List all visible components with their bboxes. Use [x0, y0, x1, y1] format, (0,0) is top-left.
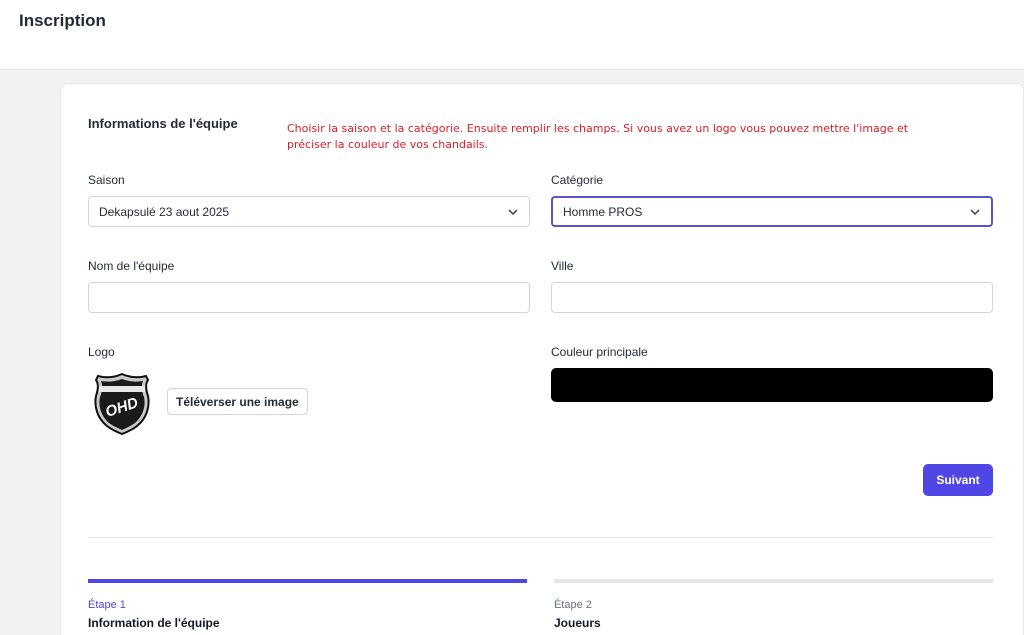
- chevron-down-icon: [508, 208, 518, 215]
- categorie-select-value: Homme PROS: [563, 204, 643, 219]
- upload-image-button[interactable]: Téléverser une image: [167, 388, 308, 415]
- chevron-down-icon: [970, 208, 980, 215]
- section-title: Informations de l'équipe: [88, 116, 238, 131]
- step-1-progress-bar: [88, 579, 527, 583]
- step-2-name: Joueurs: [554, 616, 601, 630]
- categorie-select[interactable]: Homme PROS: [551, 196, 993, 227]
- team-name-input[interactable]: [88, 282, 530, 313]
- ville-label: Ville: [551, 259, 574, 273]
- saison-select-value: Dekapsulé 23 aout 2025: [99, 204, 230, 219]
- couleur-label: Couleur principale: [551, 345, 648, 359]
- city-input[interactable]: [551, 282, 993, 313]
- step-1-label: Étape 1: [88, 599, 126, 611]
- logo-label: Logo: [88, 345, 115, 359]
- form-card: Informations de l'équipe Choisir la sais…: [60, 83, 1024, 635]
- saison-select[interactable]: Dekapsulé 23 aout 2025: [88, 196, 530, 227]
- nom-label: Nom de l'équipe: [88, 259, 175, 273]
- next-button[interactable]: Suivant: [923, 464, 993, 496]
- saison-label: Saison: [88, 173, 125, 187]
- step-2-label: Étape 2: [554, 599, 592, 611]
- color-picker[interactable]: [551, 368, 993, 402]
- step-1-name: Information de l'équipe: [88, 616, 220, 630]
- team-logo-image: OHD: [94, 372, 150, 436]
- annotation-note: Choisir la saison et la catégorie. Ensui…: [287, 122, 909, 151]
- divider: [88, 537, 993, 538]
- step-2-progress-bar: [554, 579, 993, 583]
- categorie-label: Catégorie: [551, 173, 604, 187]
